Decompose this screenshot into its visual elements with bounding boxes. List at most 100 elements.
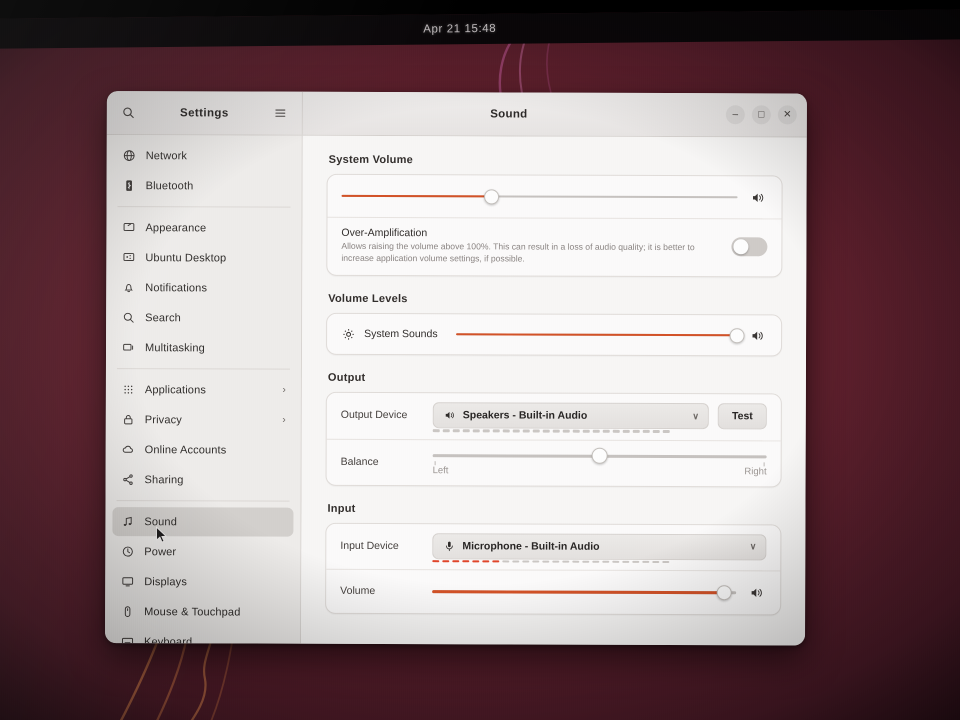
- sidebar-item-power[interactable]: Power: [112, 537, 293, 567]
- slider-knob[interactable]: [484, 188, 500, 204]
- system-sounds-gear-icon: [341, 328, 356, 341]
- sidebar-item-multitasking[interactable]: Multitasking: [113, 333, 294, 363]
- input-device-combo[interactable]: Microphone - Built-in Audio ∨: [432, 532, 767, 560]
- desktop-top-bar: Apr 21 15:48: [0, 9, 960, 49]
- meter-segment: [462, 559, 470, 563]
- sidebar-item-sharing[interactable]: Sharing: [113, 465, 294, 495]
- sidebar-item-notifications[interactable]: Notifications: [113, 273, 294, 303]
- sidebar-item-keyboard[interactable]: Keyboard: [112, 627, 293, 644]
- sidebar-item-sound[interactable]: Sound: [112, 507, 294, 537]
- applications-icon: [121, 382, 136, 397]
- sidebar-item-mouse-touchpad[interactable]: Mouse & Touchpad: [112, 597, 293, 627]
- output-device-label: Output Device: [340, 409, 408, 422]
- meter-segment: [632, 560, 640, 563]
- meter-segment: [662, 430, 670, 433]
- meter-segment: [442, 559, 450, 563]
- sidebar-item-search[interactable]: Search: [113, 303, 294, 333]
- sidebar-item-displays[interactable]: Displays: [112, 567, 293, 597]
- meter-segment: [432, 429, 440, 432]
- meter-segment: [602, 560, 610, 563]
- over-amplification-row: Over-Amplification Allows raising the vo…: [327, 216, 782, 277]
- online-accounts-icon: [121, 442, 136, 457]
- meter-segment: [522, 429, 530, 433]
- ubuntu-desktop-icon: [121, 250, 136, 265]
- input-device-label: Input Device: [340, 539, 399, 552]
- sidebar-item-applications[interactable]: Applications ›: [113, 375, 294, 405]
- sidebar-item-ubuntu-desktop[interactable]: Ubuntu Desktop: [113, 243, 294, 273]
- input-device-value: Microphone - Built-in Audio: [462, 539, 600, 553]
- meter-segment: [512, 560, 520, 563]
- sharing-icon: [121, 472, 136, 487]
- meter-segment: [562, 560, 570, 563]
- page-title: Sound: [490, 107, 528, 121]
- toggle-knob: [733, 239, 749, 255]
- meter-segment: [652, 560, 660, 563]
- sidebar-item-label: Notifications: [145, 281, 208, 294]
- search-icon: [121, 310, 136, 325]
- minimize-button[interactable]: –: [725, 105, 745, 125]
- over-amplification-text: Over-Amplification Allows raising the vo…: [341, 227, 731, 266]
- meter-segment: [452, 429, 460, 432]
- sidebar-item-label: Power: [144, 545, 177, 558]
- speaker-volume-icon: [443, 409, 456, 421]
- slider-fill: [341, 194, 493, 198]
- search-icon[interactable]: [119, 104, 137, 122]
- slider-knob[interactable]: [716, 585, 732, 601]
- speaker-volume-icon[interactable]: [748, 190, 768, 205]
- balance-slider[interactable]: Left Right: [433, 445, 767, 480]
- network-icon: [122, 148, 137, 163]
- settings-window: Settings Sound – □ ✕ Network Bluetooth A…: [105, 91, 807, 646]
- close-button[interactable]: ✕: [777, 105, 797, 125]
- sidebar-item-network[interactable]: Network: [114, 141, 295, 171]
- speaker-volume-icon[interactable]: [746, 585, 766, 600]
- over-amplification-description: Allows raising the volume above 100%. Th…: [341, 240, 695, 264]
- meter-segment: [622, 560, 630, 563]
- mouse-cursor: [156, 526, 168, 543]
- sidebar-item-label: Applications: [144, 383, 207, 396]
- sidebar-item-online-accounts[interactable]: Online Accounts: [113, 435, 294, 465]
- section-title-volume-levels: Volume Levels: [328, 293, 408, 306]
- balance-row: Balance Left Right: [326, 438, 781, 486]
- keyboard-icon: [120, 634, 135, 644]
- meter-segment: [582, 560, 590, 563]
- meter-segment: [512, 429, 520, 433]
- sidebar-title: Settings: [180, 106, 229, 119]
- sidebar-item-appearance[interactable]: Appearance: [113, 213, 294, 243]
- sidebar-item-label: Privacy: [144, 413, 182, 426]
- meter-segment: [532, 560, 540, 563]
- sidebar-item-label: Search: [145, 311, 181, 324]
- sidebar-item-label: Keyboard: [143, 635, 193, 644]
- volume-level-row-system-sounds: System Sounds: [327, 314, 781, 356]
- sidebar-item-bluetooth[interactable]: Bluetooth: [114, 171, 295, 201]
- output-device-combo[interactable]: Speakers - Built-in Audio ∨: [432, 402, 710, 430]
- system-volume-slider[interactable]: [341, 186, 738, 207]
- privacy-lock-icon: [121, 412, 136, 427]
- settings-sidebar[interactable]: Network Bluetooth Appearance Ubuntu Desk…: [105, 135, 303, 644]
- slider-knob[interactable]: [729, 327, 745, 343]
- balance-left-label: Left: [432, 465, 449, 477]
- test-button[interactable]: Test: [717, 403, 767, 430]
- sidebar-item-label: Online Accounts: [144, 443, 227, 456]
- clock[interactable]: Apr 21 15:48: [423, 23, 496, 36]
- meter-segment: [502, 429, 510, 433]
- sidebar-item-privacy[interactable]: Privacy ›: [113, 405, 294, 435]
- meter-segment: [642, 560, 650, 563]
- meter-segment: [452, 559, 460, 563]
- speaker-volume-icon[interactable]: [747, 328, 767, 343]
- meter-segment: [662, 560, 670, 563]
- meter-segment: [482, 429, 490, 432]
- window-controls: – □ ✕: [725, 105, 797, 125]
- notifications-icon: [121, 280, 136, 295]
- meter-segment: [542, 560, 550, 563]
- meter-segment: [632, 430, 640, 433]
- over-amplification-toggle[interactable]: [731, 237, 768, 257]
- slider-knob[interactable]: [591, 447, 608, 464]
- system-sounds-slider[interactable]: [456, 324, 745, 345]
- section-title-input: Input: [327, 502, 356, 515]
- sidebar-divider: [117, 206, 291, 208]
- sidebar-divider: [116, 500, 290, 502]
- chevron-right-icon: ›: [282, 414, 286, 426]
- input-volume-slider[interactable]: [432, 582, 737, 603]
- maximize-button[interactable]: □: [751, 105, 771, 125]
- meter-segment: [542, 429, 550, 433]
